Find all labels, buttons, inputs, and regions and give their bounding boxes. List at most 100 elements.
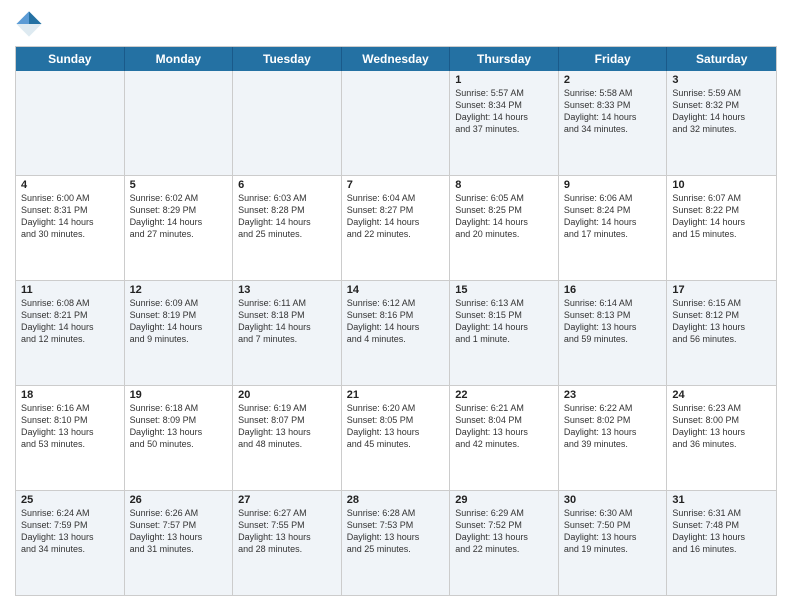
cell-info: Sunrise: 6:23 AM Sunset: 8:00 PM Dayligh… [672, 402, 771, 451]
cell-info: Sunrise: 5:57 AM Sunset: 8:34 PM Dayligh… [455, 87, 553, 136]
cell-info: Sunrise: 6:02 AM Sunset: 8:29 PM Dayligh… [130, 192, 228, 241]
cal-cell: 30Sunrise: 6:30 AM Sunset: 7:50 PM Dayli… [559, 491, 668, 595]
cell-info: Sunrise: 6:09 AM Sunset: 8:19 PM Dayligh… [130, 297, 228, 346]
cal-cell: 10Sunrise: 6:07 AM Sunset: 8:22 PM Dayli… [667, 176, 776, 280]
day-number: 10 [672, 179, 771, 191]
day-number: 2 [564, 74, 662, 86]
cell-info: Sunrise: 6:12 AM Sunset: 8:16 PM Dayligh… [347, 297, 445, 346]
cal-cell: 23Sunrise: 6:22 AM Sunset: 8:02 PM Dayli… [559, 386, 668, 490]
cal-cell [125, 71, 234, 175]
cal-cell: 26Sunrise: 6:26 AM Sunset: 7:57 PM Dayli… [125, 491, 234, 595]
day-number: 25 [21, 494, 119, 506]
cell-info: Sunrise: 6:07 AM Sunset: 8:22 PM Dayligh… [672, 192, 771, 241]
weekday-header-sunday: Sunday [16, 47, 125, 71]
day-number: 27 [238, 494, 336, 506]
cal-cell: 21Sunrise: 6:20 AM Sunset: 8:05 PM Dayli… [342, 386, 451, 490]
cell-info: Sunrise: 5:58 AM Sunset: 8:33 PM Dayligh… [564, 87, 662, 136]
cell-info: Sunrise: 6:24 AM Sunset: 7:59 PM Dayligh… [21, 507, 119, 556]
cal-cell: 20Sunrise: 6:19 AM Sunset: 8:07 PM Dayli… [233, 386, 342, 490]
cell-info: Sunrise: 6:22 AM Sunset: 8:02 PM Dayligh… [564, 402, 662, 451]
cal-cell: 12Sunrise: 6:09 AM Sunset: 8:19 PM Dayli… [125, 281, 234, 385]
weekday-header-saturday: Saturday [667, 47, 776, 71]
cal-cell: 29Sunrise: 6:29 AM Sunset: 7:52 PM Dayli… [450, 491, 559, 595]
cell-info: Sunrise: 6:00 AM Sunset: 8:31 PM Dayligh… [21, 192, 119, 241]
cell-info: Sunrise: 6:13 AM Sunset: 8:15 PM Dayligh… [455, 297, 553, 346]
cal-cell: 7Sunrise: 6:04 AM Sunset: 8:27 PM Daylig… [342, 176, 451, 280]
day-number: 19 [130, 389, 228, 401]
cell-info: Sunrise: 5:59 AM Sunset: 8:32 PM Dayligh… [672, 87, 771, 136]
cal-cell: 9Sunrise: 6:06 AM Sunset: 8:24 PM Daylig… [559, 176, 668, 280]
day-number: 23 [564, 389, 662, 401]
day-number: 1 [455, 74, 553, 86]
cal-cell: 17Sunrise: 6:15 AM Sunset: 8:12 PM Dayli… [667, 281, 776, 385]
cell-info: Sunrise: 6:31 AM Sunset: 7:48 PM Dayligh… [672, 507, 771, 556]
cal-cell: 18Sunrise: 6:16 AM Sunset: 8:10 PM Dayli… [16, 386, 125, 490]
day-number: 4 [21, 179, 119, 191]
cal-cell: 28Sunrise: 6:28 AM Sunset: 7:53 PM Dayli… [342, 491, 451, 595]
day-number: 16 [564, 284, 662, 296]
calendar-row-1: 4Sunrise: 6:00 AM Sunset: 8:31 PM Daylig… [16, 176, 776, 281]
weekday-header-friday: Friday [559, 47, 668, 71]
calendar-body: 1Sunrise: 5:57 AM Sunset: 8:34 PM Daylig… [16, 71, 776, 595]
cell-info: Sunrise: 6:08 AM Sunset: 8:21 PM Dayligh… [21, 297, 119, 346]
calendar-row-4: 25Sunrise: 6:24 AM Sunset: 7:59 PM Dayli… [16, 491, 776, 595]
cell-info: Sunrise: 6:03 AM Sunset: 8:28 PM Dayligh… [238, 192, 336, 241]
cell-info: Sunrise: 6:15 AM Sunset: 8:12 PM Dayligh… [672, 297, 771, 346]
day-number: 5 [130, 179, 228, 191]
logo-icon [15, 10, 43, 38]
day-number: 8 [455, 179, 553, 191]
day-number: 28 [347, 494, 445, 506]
day-number: 22 [455, 389, 553, 401]
calendar-row-0: 1Sunrise: 5:57 AM Sunset: 8:34 PM Daylig… [16, 71, 776, 176]
cal-cell: 13Sunrise: 6:11 AM Sunset: 8:18 PM Dayli… [233, 281, 342, 385]
day-number: 30 [564, 494, 662, 506]
day-number: 12 [130, 284, 228, 296]
page: SundayMondayTuesdayWednesdayThursdayFrid… [0, 0, 792, 612]
cal-cell: 31Sunrise: 6:31 AM Sunset: 7:48 PM Dayli… [667, 491, 776, 595]
weekday-header-wednesday: Wednesday [342, 47, 451, 71]
calendar-row-3: 18Sunrise: 6:16 AM Sunset: 8:10 PM Dayli… [16, 386, 776, 491]
cell-info: Sunrise: 6:26 AM Sunset: 7:57 PM Dayligh… [130, 507, 228, 556]
day-number: 29 [455, 494, 553, 506]
day-number: 13 [238, 284, 336, 296]
cell-info: Sunrise: 6:28 AM Sunset: 7:53 PM Dayligh… [347, 507, 445, 556]
weekday-header-thursday: Thursday [450, 47, 559, 71]
cal-cell: 2Sunrise: 5:58 AM Sunset: 8:33 PM Daylig… [559, 71, 668, 175]
cal-cell: 6Sunrise: 6:03 AM Sunset: 8:28 PM Daylig… [233, 176, 342, 280]
cal-cell: 8Sunrise: 6:05 AM Sunset: 8:25 PM Daylig… [450, 176, 559, 280]
day-number: 11 [21, 284, 119, 296]
cal-cell [342, 71, 451, 175]
cal-cell: 27Sunrise: 6:27 AM Sunset: 7:55 PM Dayli… [233, 491, 342, 595]
cal-cell: 11Sunrise: 6:08 AM Sunset: 8:21 PM Dayli… [16, 281, 125, 385]
cal-cell: 4Sunrise: 6:00 AM Sunset: 8:31 PM Daylig… [16, 176, 125, 280]
cal-cell: 19Sunrise: 6:18 AM Sunset: 8:09 PM Dayli… [125, 386, 234, 490]
cell-info: Sunrise: 6:21 AM Sunset: 8:04 PM Dayligh… [455, 402, 553, 451]
cal-cell: 25Sunrise: 6:24 AM Sunset: 7:59 PM Dayli… [16, 491, 125, 595]
logo [15, 10, 47, 38]
weekday-header-monday: Monday [125, 47, 234, 71]
cell-info: Sunrise: 6:29 AM Sunset: 7:52 PM Dayligh… [455, 507, 553, 556]
cal-cell: 5Sunrise: 6:02 AM Sunset: 8:29 PM Daylig… [125, 176, 234, 280]
cal-cell [16, 71, 125, 175]
cal-cell: 24Sunrise: 6:23 AM Sunset: 8:00 PM Dayli… [667, 386, 776, 490]
day-number: 14 [347, 284, 445, 296]
day-number: 24 [672, 389, 771, 401]
cell-info: Sunrise: 6:27 AM Sunset: 7:55 PM Dayligh… [238, 507, 336, 556]
day-number: 20 [238, 389, 336, 401]
day-number: 26 [130, 494, 228, 506]
day-number: 18 [21, 389, 119, 401]
cell-info: Sunrise: 6:11 AM Sunset: 8:18 PM Dayligh… [238, 297, 336, 346]
cell-info: Sunrise: 6:06 AM Sunset: 8:24 PM Dayligh… [564, 192, 662, 241]
day-number: 21 [347, 389, 445, 401]
day-number: 7 [347, 179, 445, 191]
weekday-header-tuesday: Tuesday [233, 47, 342, 71]
cell-info: Sunrise: 6:16 AM Sunset: 8:10 PM Dayligh… [21, 402, 119, 451]
cal-cell: 1Sunrise: 5:57 AM Sunset: 8:34 PM Daylig… [450, 71, 559, 175]
day-number: 31 [672, 494, 771, 506]
calendar-row-2: 11Sunrise: 6:08 AM Sunset: 8:21 PM Dayli… [16, 281, 776, 386]
header [15, 10, 777, 38]
cal-cell [233, 71, 342, 175]
cal-cell: 14Sunrise: 6:12 AM Sunset: 8:16 PM Dayli… [342, 281, 451, 385]
day-number: 6 [238, 179, 336, 191]
day-number: 17 [672, 284, 771, 296]
